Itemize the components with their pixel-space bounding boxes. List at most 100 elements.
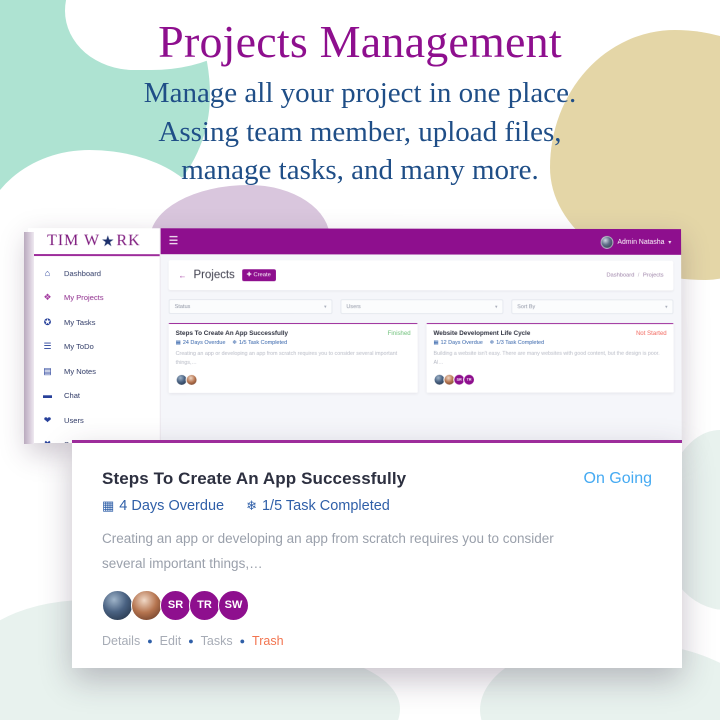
chevron-down-icon: ▾ bbox=[665, 303, 668, 310]
due-meta: ▦ 4 Days Overdue bbox=[102, 498, 224, 514]
sidebar-item-my-projects[interactable]: ❖ My Projects bbox=[28, 286, 160, 311]
hero-subtitle-line-3: manage tasks, and many more. bbox=[181, 154, 539, 187]
projects-heading: Projects bbox=[193, 269, 235, 282]
avatar-initials[interactable]: SW bbox=[218, 589, 249, 621]
users-filter-select[interactable]: Users ▾ bbox=[340, 299, 504, 315]
sidebar-item-users[interactable]: ❤ Users bbox=[28, 408, 160, 433]
featured-card-meta: ▦ 4 Days Overdue ❄ 1/5 Task Completed bbox=[102, 498, 652, 514]
user-name-label: Admin Natasha bbox=[617, 238, 665, 246]
project-card-meta: ▦ 12 Days Overdue ❄ 1/3 Task Completed bbox=[433, 340, 666, 346]
notes-icon: ▤ bbox=[43, 365, 52, 376]
poster-stage: Projects Management Manage all your proj… bbox=[0, 0, 720, 720]
sidebar-item-my-tasks[interactable]: ✪ My Tasks bbox=[28, 310, 160, 334]
avatar[interactable] bbox=[185, 373, 198, 386]
page-header-bar: ← Projects ✚ Create Dashboard / Projects bbox=[168, 260, 674, 291]
sidebar-item-label: Dashboard bbox=[63, 268, 102, 278]
hamburger-menu-icon[interactable]: ☰ bbox=[169, 235, 179, 247]
tasks-link[interactable]: Tasks bbox=[201, 634, 233, 648]
project-card-avatars bbox=[175, 373, 411, 386]
sidebar-item-my-todo[interactable]: ☰ My ToDo bbox=[28, 335, 160, 360]
app-topbar: ☰ Admin Natasha ▾ bbox=[160, 228, 682, 255]
breadcrumb-dashboard[interactable]: Dashboard bbox=[606, 273, 634, 279]
window-left-edge bbox=[24, 232, 34, 444]
settings-icon: ✖ bbox=[42, 439, 53, 443]
project-card[interactable]: Website Development Life Cycle Not Start… bbox=[426, 323, 674, 393]
logo-text-before: TIM W bbox=[47, 232, 101, 250]
project-card-meta: ▦ 24 Days Overdue ❄ 1/5 Task Completed bbox=[176, 340, 411, 346]
separator-dot-icon: ● bbox=[147, 635, 153, 646]
edit-link[interactable]: Edit bbox=[160, 634, 182, 648]
avatar-initials[interactable]: TR bbox=[189, 589, 220, 621]
separator-dot-icon: ● bbox=[239, 635, 246, 646]
chevron-down-icon: ▾ bbox=[668, 239, 672, 246]
due-label: 4 Days Overdue bbox=[119, 498, 225, 514]
status-badge: On Going bbox=[583, 470, 652, 487]
avatar-initials[interactable]: TR bbox=[463, 373, 476, 386]
status-badge: Finished bbox=[387, 330, 411, 337]
app-logo-text: TIM W ★ RK bbox=[47, 232, 141, 251]
page-title: Projects Management bbox=[158, 16, 562, 67]
create-button[interactable]: ✚ Create bbox=[241, 269, 276, 282]
project-card-title: Website Development Life Cycle bbox=[433, 330, 531, 337]
project-card-header: Steps To Create An App Successfully Fini… bbox=[176, 330, 411, 337]
users-filter-label: Users bbox=[346, 303, 361, 310]
star-icon: ★ bbox=[101, 233, 116, 250]
chevron-down-icon: ▾ bbox=[324, 303, 327, 310]
avatar-initials[interactable]: SR bbox=[160, 589, 191, 621]
project-card[interactable]: Steps To Create An App Successfully Fini… bbox=[168, 323, 418, 393]
breadcrumb-projects: Projects bbox=[642, 272, 664, 279]
chat-icon: ▬ bbox=[43, 390, 53, 401]
tasks-label: 1/3 Task Completed bbox=[496, 339, 545, 346]
home-icon: ⌂ bbox=[44, 267, 51, 278]
trash-link[interactable]: Trash bbox=[252, 634, 284, 648]
create-button-label: Create bbox=[253, 272, 271, 279]
tasks-label: 1/5 Task Completed bbox=[238, 339, 288, 346]
projects-icon: ❖ bbox=[43, 292, 52, 303]
calendar-icon: ▦ bbox=[175, 339, 181, 346]
status-filter-select[interactable]: Status ▾ bbox=[168, 299, 333, 315]
back-arrow-icon[interactable]: ← bbox=[179, 271, 187, 280]
page-header-left: ← Projects ✚ Create bbox=[179, 269, 276, 282]
calendar-icon: ▦ bbox=[102, 498, 115, 513]
logo-text-after: RK bbox=[116, 232, 141, 250]
stack-icon: ❄ bbox=[246, 498, 257, 513]
sidebar-item-label: Chat bbox=[63, 391, 81, 401]
avatar[interactable] bbox=[102, 589, 133, 621]
sidebar-item-label: My ToDo bbox=[63, 342, 94, 352]
sidebar-item-label: Users bbox=[63, 415, 84, 425]
project-card-description: Creating an app or developing an app fro… bbox=[175, 350, 398, 367]
due-label: 12 Days Overdue bbox=[440, 339, 483, 346]
todo-list-icon: ☰ bbox=[43, 341, 52, 352]
sort-by-select[interactable]: Sort By ▾ bbox=[511, 299, 674, 315]
sidebar-item-label: My Tasks bbox=[63, 317, 96, 327]
featured-card-avatars: SR TR SW bbox=[102, 589, 652, 621]
sidebar-item-dashboard[interactable]: ⌂ Dashboard bbox=[28, 261, 160, 286]
featured-project-card[interactable]: Steps To Create An App Successfully On G… bbox=[72, 440, 682, 668]
users-icon: ❤ bbox=[43, 414, 52, 425]
chevron-down-icon: ▾ bbox=[495, 303, 498, 310]
due-label: 24 Days Overdue bbox=[182, 339, 226, 346]
user-menu[interactable]: Admin Natasha ▾ bbox=[600, 235, 672, 249]
sidebar-item-label: My Notes bbox=[63, 366, 97, 376]
tasks-label: 1/5 Task Completed bbox=[261, 498, 390, 514]
app-main: ☰ Admin Natasha ▾ ← Projects ✚ Create Da… bbox=[160, 228, 682, 443]
project-card-avatars: SR TR bbox=[433, 373, 667, 386]
sidebar-item-chat[interactable]: ▬ Chat bbox=[28, 383, 160, 408]
details-link[interactable]: Details bbox=[102, 634, 140, 648]
avatar[interactable] bbox=[131, 589, 162, 621]
stack-icon: ❄ bbox=[489, 339, 495, 346]
project-card-title: Steps To Create An App Successfully bbox=[175, 330, 288, 337]
hero-text-block: Projects Management Manage all your proj… bbox=[0, 16, 720, 190]
app-logo[interactable]: TIM W ★ RK bbox=[27, 228, 160, 257]
tasks-meta: ❄ 1/3 Task Completed bbox=[490, 340, 544, 346]
sidebar-item-label: My Projects bbox=[63, 293, 104, 303]
sidebar-item-my-notes[interactable]: ▤ My Notes bbox=[28, 359, 160, 384]
tasks-icon: ✪ bbox=[43, 316, 52, 327]
breadcrumb: Dashboard / Projects bbox=[606, 273, 663, 279]
app-window-screenshot: TIM W ★ RK ⌂ Dashboard ❖ My Projects ✪ My … bbox=[27, 228, 682, 444]
filter-bar: Status ▾ Users ▾ Sort By ▾ bbox=[161, 290, 682, 315]
project-card-description: Building a website isn't easy. There are… bbox=[433, 350, 660, 367]
tasks-meta: ❄ 1/5 Task Completed bbox=[246, 498, 390, 514]
project-card-header: Website Development Life Cycle Not Start… bbox=[433, 330, 666, 337]
sidebar-nav: ⌂ Dashboard ❖ My Projects ✪ My Tasks ☰ M… bbox=[28, 256, 160, 443]
